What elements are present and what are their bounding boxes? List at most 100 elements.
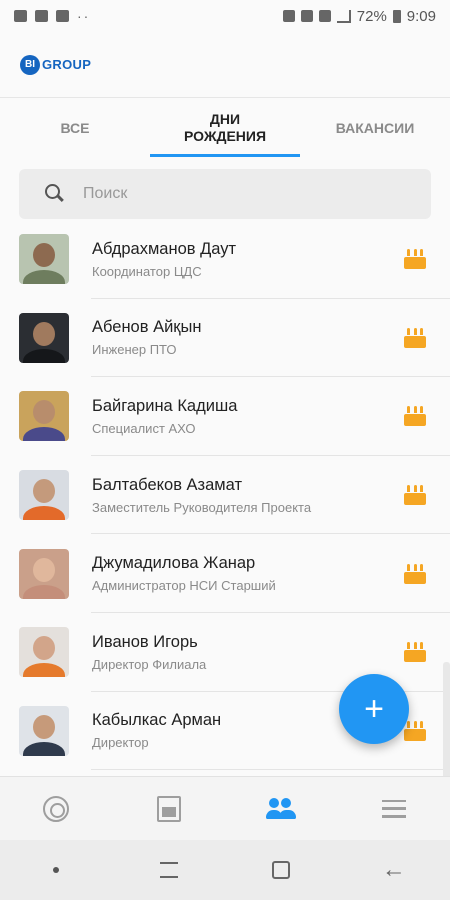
search-bar[interactable] [19,169,431,219]
app-bar: BI GROUP [0,32,450,98]
wifi-icon [318,10,331,22]
employee-role: Инженер ПТО [92,342,177,358]
divider [91,769,450,771]
tab-vacancies[interactable]: ВАКАНСИИ [300,99,450,157]
employee-row[interactable]: Абенов Айқын Инженер ПТО [0,299,450,378]
system-back[interactable]: ← [338,858,450,882]
tab-birthdays[interactable]: ДНИ РОЖДЕНИЯ [150,99,300,157]
employee-row[interactable]: Абдрахманов Даут Координатор ЦДС [0,220,450,299]
plus-icon: + [364,690,384,728]
menu-icon [381,799,406,818]
add-button[interactable]: + [339,674,409,744]
employee-role: Директор Филиала [92,656,207,672]
birthday-cake-icon [404,720,426,741]
logo-mark: BI [20,54,40,75]
employee-name: Джумадилова Жанар [92,554,256,573]
recents-icon [159,862,178,878]
employee-info: Абдрахманов Даут Координатор ЦДС [92,240,450,279]
employee-role: Директор [92,735,149,751]
birthday-cake-icon [404,249,426,270]
tab-all[interactable]: ВСЕ [0,99,150,157]
avatar [19,548,69,599]
whatsapp-icon [14,10,27,22]
search-icon [45,184,65,204]
employee-name: Балтабеков Азамат [92,475,243,494]
employee-role: Координатор ЦДС [92,263,202,279]
employee-name: Иванов Игорь [92,632,198,651]
employee-role: Администратор НСИ Старший [92,578,276,594]
avatar-head [33,400,55,425]
employee-row[interactable]: Балтабеков Азамат Заместитель Руководител… [0,456,450,535]
document-icon [156,795,181,822]
employee-info: Абенов Айқын Инженер ПТО [92,318,450,357]
avatar-head [33,479,55,504]
battery-percent: 72% [356,7,387,25]
employee-role: Заместитель Руководителя Проекта [92,499,312,515]
birthday-cake-icon [404,642,426,663]
avatar-body [23,663,65,678]
employee-info: Байгарина Кадиша Специалист АХО [92,397,450,436]
nav-goals[interactable] [0,777,113,840]
status-right: 72% 9:09 [282,7,436,25]
clock: 9:09 [406,7,436,25]
avatar-body [23,584,65,599]
system-dot[interactable] [0,867,113,873]
avatar-body [23,506,65,521]
avatar [19,391,69,442]
avatar-body [23,348,65,363]
logo-text: GROUP [42,57,92,72]
status-bar: ·· 72% 9:09 [0,0,450,32]
avatar-body [23,270,65,285]
employee-name: Абенов Айқын [92,318,202,337]
tab-bar: ВСЕ ДНИ РОЖДЕНИЯ ВАКАНСИИ [0,99,450,157]
search-input[interactable] [83,185,383,203]
logo: BI GROUP [20,54,92,75]
people-icon [266,797,297,820]
avatar-body [23,741,65,756]
system-nav: ← [0,840,450,900]
nav-news[interactable] [113,777,226,840]
system-home[interactable] [225,861,338,879]
tab-label: ДНИ РОЖДЕНИЯ [183,111,267,144]
avatar-head [33,557,55,582]
alarm-icon [282,10,295,22]
avatar-body [23,427,65,442]
home-icon [272,861,291,879]
employee-info: Балтабеков Азамат Заместитель Руководител… [92,476,450,515]
nav-menu[interactable] [338,777,450,840]
avatar [19,705,69,756]
nav-people[interactable] [225,777,338,840]
employee-role: Специалист АХО [92,420,196,436]
more-notifications-icon: ·· [77,8,91,24]
avatar [19,470,69,521]
employee-name: Абдрахманов Даут [92,239,237,258]
birthday-cake-icon [404,485,426,506]
avatar [19,234,69,285]
bottom-nav [0,776,450,840]
birthday-cake-icon [404,406,426,427]
birthday-cake-icon [404,327,426,348]
signal-icon [336,9,351,23]
back-arrow-icon: ← [381,856,406,883]
avatar-head [33,321,55,346]
employee-row[interactable]: Байгарина Кадиша Специалист АХО [0,377,450,456]
nfc-icon [300,10,313,22]
dot-icon [53,867,60,873]
avatar [19,627,69,678]
target-icon [43,795,70,822]
activity-icon [56,10,69,22]
avatar-head [33,714,55,739]
avatar-head [33,636,55,661]
birthday-cake-icon [404,563,426,584]
employee-row[interactable]: Джумадилова Жанар Администратор НСИ Старш… [0,534,450,613]
employee-info: Джумадилова Жанар Администратор НСИ Старш… [92,554,450,593]
battery-icon [392,9,401,23]
avatar [19,312,69,363]
mail-icon [35,10,48,22]
tab-label: ВСЕ [60,119,90,136]
system-recents[interactable] [113,862,226,878]
tab-label: ВАКАНСИИ [335,119,415,136]
employee-info: Иванов Игорь Директор Филиала [92,633,450,672]
status-left: ·· [14,8,90,24]
employee-name: Байгарина Кадиша [92,396,238,415]
